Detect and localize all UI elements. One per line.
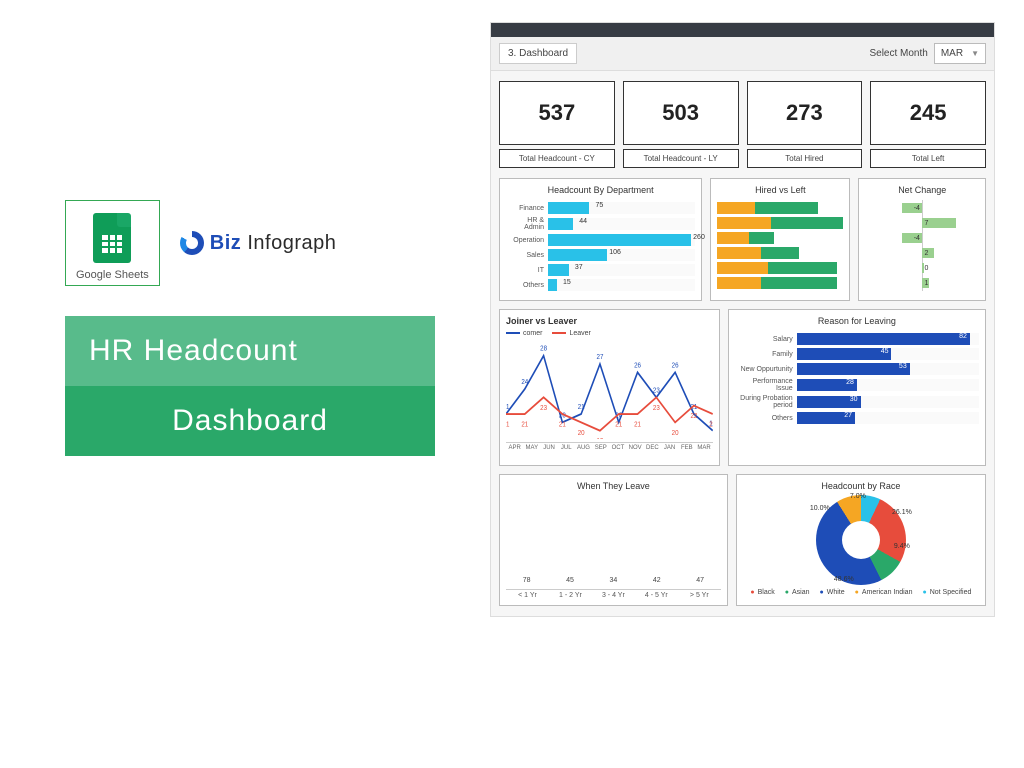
- svg-text:27: 27: [597, 354, 604, 362]
- google-sheets-badge: Google Sheets: [65, 200, 160, 286]
- google-sheets-label: Google Sheets: [76, 269, 149, 281]
- dashboard-panel: 3. Dashboard Select Month MAR ▼ 537Total…: [490, 22, 995, 617]
- chart-headcount-by-dept: Headcount By Department Finance75HR & Ad…: [499, 178, 702, 301]
- svg-text:26: 26: [672, 362, 679, 370]
- bar-row: Family45: [735, 348, 979, 360]
- pie-icon: [180, 231, 204, 255]
- svg-text:21: 21: [578, 404, 585, 412]
- bar-row: IT37: [506, 264, 695, 276]
- biz-infograph-logo: Biz Infograph: [180, 231, 337, 255]
- bar-row: New Oppurtunity53: [735, 363, 979, 375]
- kpi-card: 537Total Headcount - CY: [499, 81, 615, 168]
- diverging-bar-row: -4: [865, 232, 979, 244]
- month-value: MAR: [941, 48, 963, 59]
- bar-row: Others27: [735, 412, 979, 424]
- diverging-bar-row: 0: [865, 262, 979, 274]
- bar-row: Operation260: [506, 234, 695, 246]
- chart-net-change: Net Change -47-4201: [858, 178, 986, 301]
- bar-row: HR & Admin44: [506, 217, 695, 231]
- svg-text:23: 23: [653, 387, 660, 395]
- stacked-bar-row: [717, 247, 843, 259]
- svg-text:22: 22: [690, 413, 697, 421]
- bar-row: Performance Issue28: [735, 378, 979, 392]
- stacked-bar-row: [717, 202, 843, 214]
- chart-joiner-vs-leaver: Joiner vs Leaver comer Leaver 2124282021…: [499, 309, 720, 466]
- svg-text:21: 21: [634, 421, 641, 429]
- bar-row: During Probation period30: [735, 395, 979, 409]
- month-dropdown[interactable]: MAR ▼: [934, 43, 986, 64]
- svg-text:21: 21: [559, 421, 566, 429]
- diverging-bar-row: 7: [865, 217, 979, 229]
- diverging-bar-row: 2: [865, 247, 979, 259]
- chart-headcount-race: Headcount by Race 26.1% 9.4% 48.6% 10.0%…: [736, 474, 986, 606]
- svg-text:21: 21: [521, 421, 528, 429]
- breadcrumb[interactable]: 3. Dashboard: [499, 43, 577, 64]
- svg-text:21: 21: [709, 421, 712, 429]
- stacked-bar-row: [717, 232, 843, 244]
- diverging-bar-row: 1: [865, 277, 979, 289]
- title-line-1: HR Headcount: [65, 316, 435, 386]
- svg-text:26: 26: [634, 362, 641, 370]
- google-sheets-icon: [93, 213, 131, 263]
- bar-row: Salary82: [735, 333, 979, 345]
- svg-text:23: 23: [653, 404, 660, 412]
- stacked-bar-row: [717, 262, 843, 274]
- svg-text:21: 21: [506, 404, 510, 412]
- svg-text:20: 20: [672, 429, 679, 437]
- chart-hired-vs-left: Hired vs Left: [710, 178, 850, 301]
- chart-reason-leaving: Reason for Leaving Salary82Family45New O…: [728, 309, 986, 466]
- bar-row: Others15: [506, 279, 695, 291]
- kpi-cards: 537Total Headcount - CY 503Total Headcou…: [491, 71, 994, 174]
- chart-when-leave: When They Leave 7845344247 < 1 Yr1 - 2 Y…: [499, 474, 728, 606]
- title-line-2: Dashboard: [65, 386, 435, 456]
- window-titlebar: [491, 23, 994, 37]
- diverging-bar-row: -4: [865, 202, 979, 214]
- bar-row: Finance75: [506, 202, 695, 214]
- chevron-down-icon: ▼: [971, 49, 979, 58]
- stacked-bar-row: [717, 217, 843, 229]
- svg-text:19: 19: [597, 438, 604, 439]
- svg-text:23: 23: [540, 404, 547, 412]
- svg-text:21: 21: [506, 421, 510, 429]
- donut-chart: 26.1% 9.4% 48.6% 10.0% 7.0%: [816, 495, 906, 585]
- title-block: HR Headcount Dashboard: [65, 316, 435, 456]
- svg-text:28: 28: [540, 345, 547, 353]
- branding-pane: Google Sheets Biz Infograph HR Headcount…: [65, 200, 435, 456]
- stacked-bar-row: [717, 277, 843, 289]
- svg-text:21: 21: [615, 421, 622, 429]
- kpi-card: 503Total Headcount - LY: [623, 81, 739, 168]
- dashboard-toolbar: 3. Dashboard Select Month MAR ▼: [491, 37, 994, 71]
- kpi-card: 273Total Hired: [747, 81, 863, 168]
- kpi-card: 245Total Left: [870, 81, 986, 168]
- bar-row: Sales106: [506, 249, 695, 261]
- select-month-label: Select Month: [869, 48, 927, 59]
- svg-text:24: 24: [521, 379, 528, 387]
- svg-text:20: 20: [578, 429, 585, 437]
